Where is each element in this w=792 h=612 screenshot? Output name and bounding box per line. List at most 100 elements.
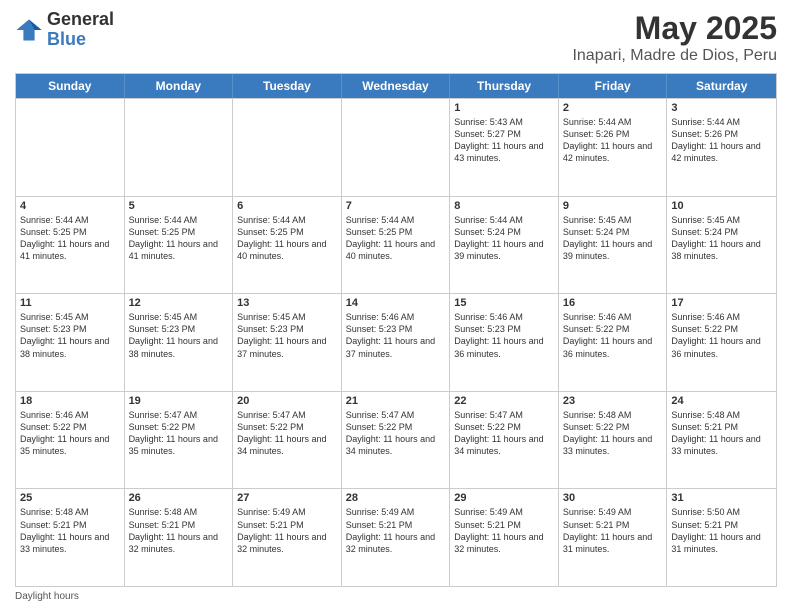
- cell-content: Sunset: 5:21 PM: [454, 519, 554, 531]
- cell-content: Daylight: 11 hours and 35 minutes.: [20, 433, 120, 457]
- cell-content: Daylight: 11 hours and 36 minutes.: [563, 335, 663, 359]
- calendar-cell: 10Sunrise: 5:45 AMSunset: 5:24 PMDayligh…: [667, 197, 776, 294]
- cell-content: Daylight: 11 hours and 32 minutes.: [346, 531, 446, 555]
- cell-content: Daylight: 11 hours and 38 minutes.: [129, 335, 229, 359]
- daylight-label: Daylight hours: [15, 591, 79, 602]
- calendar-cell: [342, 99, 451, 196]
- cell-content: Sunrise: 5:49 AM: [237, 506, 337, 518]
- calendar-cell: 18Sunrise: 5:46 AMSunset: 5:22 PMDayligh…: [16, 392, 125, 489]
- day-number: 4: [20, 200, 120, 212]
- day-number: 30: [563, 492, 663, 504]
- day-number: 2: [563, 102, 663, 114]
- cell-content: Sunrise: 5:50 AM: [671, 506, 772, 518]
- calendar-cell: [233, 99, 342, 196]
- cell-content: Sunset: 5:23 PM: [20, 323, 120, 335]
- cell-content: Daylight: 11 hours and 34 minutes.: [346, 433, 446, 457]
- day-number: 14: [346, 297, 446, 309]
- footer: Daylight hours: [15, 591, 777, 602]
- calendar-cell: 13Sunrise: 5:45 AMSunset: 5:23 PMDayligh…: [233, 294, 342, 391]
- cell-content: Daylight: 11 hours and 38 minutes.: [671, 238, 772, 262]
- cell-content: Daylight: 11 hours and 34 minutes.: [454, 433, 554, 457]
- page-subtitle: Inapari, Madre de Dios, Peru: [572, 47, 777, 65]
- cell-content: Sunset: 5:25 PM: [237, 226, 337, 238]
- day-number: 5: [129, 200, 229, 212]
- cell-content: Sunset: 5:22 PM: [671, 323, 772, 335]
- cell-content: Daylight: 11 hours and 31 minutes.: [563, 531, 663, 555]
- calendar-cell: 21 Sunrise: 5:47 AMSunset: 5:22 PMDayligh…: [342, 392, 451, 489]
- calendar-cell: 1Sunrise: 5:43 AMSunset: 5:27 PMDaylight…: [450, 99, 559, 196]
- cell-content: Sunset: 5:24 PM: [563, 226, 663, 238]
- cell-content: Sunset: 5:26 PM: [563, 128, 663, 140]
- cell-content: Sunset: 5:22 PM: [346, 421, 446, 433]
- calendar: SundayMondayTuesdayWednesdayThursdayFrid…: [15, 73, 777, 587]
- calendar-body: 1Sunrise: 5:43 AMSunset: 5:27 PMDaylight…: [16, 98, 776, 586]
- cell-content: Sunset: 5:23 PM: [346, 323, 446, 335]
- cell-content: Daylight: 11 hours and 32 minutes.: [454, 531, 554, 555]
- calendar-cell: 8Sunrise: 5:44 AMSunset: 5:24 PMDaylight…: [450, 197, 559, 294]
- cell-content: Daylight: 11 hours and 43 minutes.: [454, 140, 554, 164]
- header: General Blue May 2025 Inapari, Madre de …: [15, 10, 777, 65]
- calendar-header-cell: Sunday: [16, 74, 125, 98]
- cell-content: Sunset: 5:22 PM: [237, 421, 337, 433]
- day-number: 31: [671, 492, 772, 504]
- cell-content: Daylight: 11 hours and 33 minutes.: [563, 433, 663, 457]
- cell-content: Sunrise: 5:45 AM: [237, 311, 337, 323]
- calendar-cell: 19Sunrise: 5:47 AMSunset: 5:22 PMDayligh…: [125, 392, 234, 489]
- day-number: 16: [563, 297, 663, 309]
- calendar-row: 25Sunrise: 5:48 AMSunset: 5:21 PMDayligh…: [16, 488, 776, 586]
- calendar-cell: 31Sunrise: 5:50 AMSunset: 5:21 PMDayligh…: [667, 489, 776, 586]
- cell-content: Sunrise: 5:47 AM: [346, 409, 446, 421]
- day-number: 10: [671, 200, 772, 212]
- day-number: 7: [346, 200, 446, 212]
- calendar-header-cell: Thursday: [450, 74, 559, 98]
- calendar-header-cell: Saturday: [667, 74, 776, 98]
- logo-text: General Blue: [47, 10, 114, 50]
- calendar-cell: 17Sunrise: 5:46 AMSunset: 5:22 PMDayligh…: [667, 294, 776, 391]
- day-number: 18: [20, 395, 120, 407]
- cell-content: Daylight: 11 hours and 32 minutes.: [237, 531, 337, 555]
- cell-content: Sunset: 5:23 PM: [454, 323, 554, 335]
- cell-content: Daylight: 11 hours and 40 minutes.: [237, 238, 337, 262]
- calendar-cell: 22Sunrise: 5:47 AMSunset: 5:22 PMDayligh…: [450, 392, 559, 489]
- cell-content: Sunrise: 5:47 AM: [454, 409, 554, 421]
- calendar-row: 11Sunrise: 5:45 AMSunset: 5:23 PMDayligh…: [16, 293, 776, 391]
- cell-content: Sunrise: 5:46 AM: [454, 311, 554, 323]
- cell-content: Sunset: 5:21 PM: [237, 519, 337, 531]
- day-number: 28: [346, 492, 446, 504]
- calendar-row: 4Sunrise: 5:44 AMSunset: 5:25 PMDaylight…: [16, 196, 776, 294]
- cell-content: Sunset: 5:22 PM: [20, 421, 120, 433]
- cell-content: Daylight: 11 hours and 34 minutes.: [237, 433, 337, 457]
- calendar-cell: 20Sunrise: 5:47 AMSunset: 5:22 PMDayligh…: [233, 392, 342, 489]
- cell-content: Daylight: 11 hours and 36 minutes.: [454, 335, 554, 359]
- logo-general-text: General: [47, 10, 114, 30]
- cell-content: Sunset: 5:22 PM: [129, 421, 229, 433]
- cell-content: Daylight: 11 hours and 41 minutes.: [129, 238, 229, 262]
- cell-content: Sunrise: 5:48 AM: [20, 506, 120, 518]
- day-number: 26: [129, 492, 229, 504]
- calendar-cell: [125, 99, 234, 196]
- cell-content: Sunset: 5:25 PM: [20, 226, 120, 238]
- day-number: 27: [237, 492, 337, 504]
- cell-content: Sunset: 5:27 PM: [454, 128, 554, 140]
- calendar-cell: 4Sunrise: 5:44 AMSunset: 5:25 PMDaylight…: [16, 197, 125, 294]
- logo: General Blue: [15, 10, 114, 50]
- calendar-cell: 14Sunrise: 5:46 AMSunset: 5:23 PMDayligh…: [342, 294, 451, 391]
- day-number: 1: [454, 102, 554, 114]
- cell-content: Sunset: 5:24 PM: [671, 226, 772, 238]
- cell-content: Daylight: 11 hours and 35 minutes.: [129, 433, 229, 457]
- calendar-header-cell: Friday: [559, 74, 668, 98]
- day-number: 21: [346, 395, 446, 407]
- cell-content: Sunrise: 5:47 AM: [237, 409, 337, 421]
- cell-content: Sunrise: 5:44 AM: [237, 214, 337, 226]
- cell-content: Daylight: 11 hours and 38 minutes.: [20, 335, 120, 359]
- calendar-cell: 24Sunrise: 5:48 AMSunset: 5:21 PMDayligh…: [667, 392, 776, 489]
- day-number: 6: [237, 200, 337, 212]
- cell-content: Daylight: 11 hours and 37 minutes.: [346, 335, 446, 359]
- calendar-cell: 9Sunrise: 5:45 AMSunset: 5:24 PMDaylight…: [559, 197, 668, 294]
- cell-content: Daylight: 11 hours and 39 minutes.: [454, 238, 554, 262]
- calendar-cell: 30Sunrise: 5:49 AMSunset: 5:21 PMDayligh…: [559, 489, 668, 586]
- calendar-cell: 7Sunrise: 5:44 AMSunset: 5:25 PMDaylight…: [342, 197, 451, 294]
- cell-content: Sunset: 5:23 PM: [129, 323, 229, 335]
- cell-content: Sunrise: 5:48 AM: [671, 409, 772, 421]
- calendar-cell: 11Sunrise: 5:45 AMSunset: 5:23 PMDayligh…: [16, 294, 125, 391]
